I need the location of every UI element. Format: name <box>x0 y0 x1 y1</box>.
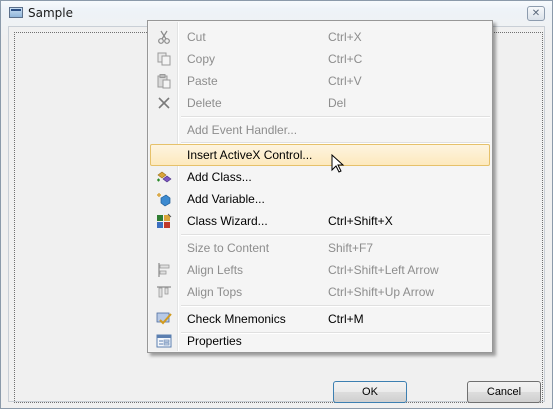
class-wizard-icon <box>156 213 172 229</box>
menu-item-check-mnemonics[interactable]: Check Mnemonics Ctrl+M <box>150 308 490 330</box>
menu-item-shortcut: Ctrl+Shift+Up Arrow <box>328 285 435 299</box>
menu-item-label: Copy <box>187 52 216 66</box>
scissors-icon <box>156 29 172 45</box>
menu-item-shortcut: Shift+F7 <box>328 241 374 255</box>
add-variable-icon <box>156 191 172 207</box>
delete-x-icon <box>156 95 172 111</box>
align-lefts-icon <box>156 262 172 278</box>
cancel-button[interactable]: Cancel <box>467 381 541 403</box>
app-window-icon <box>9 7 23 18</box>
menu-separator <box>181 234 490 236</box>
menu-item-shortcut: Ctrl+M <box>328 312 364 326</box>
menu-separator <box>181 116 490 118</box>
menu-item-label: Size to Content <box>187 241 270 255</box>
menu-item-size-to-content[interactable]: Size to Content Shift+F7 <box>150 237 490 259</box>
menu-item-label: Align Lefts <box>187 263 244 277</box>
paste-icon <box>156 73 172 89</box>
align-tops-icon <box>156 284 172 300</box>
menu-item-shortcut: Ctrl+X <box>328 30 362 44</box>
menu-item-align-tops[interactable]: Align Tops Ctrl+Shift+Up Arrow <box>150 281 490 303</box>
copy-icon <box>156 51 172 67</box>
menu-item-add-class[interactable]: Add Class... <box>150 166 490 188</box>
menu-item-label: Cut <box>187 30 206 44</box>
menu-item-copy[interactable]: Copy Ctrl+C <box>150 48 490 70</box>
menu-item-insert-activex-control[interactable]: Insert ActiveX Control... <box>150 144 490 166</box>
context-menu: Cut Ctrl+X Copy Ctrl+C Paste Ctrl+V Dele… <box>147 20 493 353</box>
menu-item-label: Class Wizard... <box>187 214 268 228</box>
menu-separator <box>181 142 490 144</box>
mouse-pointer-icon <box>331 154 345 173</box>
add-class-icon <box>156 169 172 185</box>
menu-item-label: Add Event Handler... <box>187 123 298 137</box>
properties-icon <box>156 333 172 349</box>
menu-item-shortcut: Ctrl+Shift+X <box>328 214 393 228</box>
check-mnemonics-icon <box>156 311 172 327</box>
menu-item-label: Insert ActiveX Control... <box>187 148 313 162</box>
menu-item-label: Add Class... <box>187 170 252 184</box>
ok-button[interactable]: OK <box>333 381 407 403</box>
menu-item-label: Properties <box>187 334 242 348</box>
menu-item-shortcut: Ctrl+C <box>328 52 363 66</box>
menu-item-label: Align Tops <box>187 285 243 299</box>
menu-item-cut[interactable]: Cut Ctrl+X <box>150 26 490 48</box>
menu-item-add-event-handler[interactable]: Add Event Handler... <box>150 119 490 141</box>
menu-item-properties[interactable]: Properties <box>150 330 490 352</box>
menu-item-class-wizard[interactable]: Class Wizard... Ctrl+Shift+X <box>150 210 490 232</box>
menu-item-paste[interactable]: Paste Ctrl+V <box>150 70 490 92</box>
menu-item-label: Paste <box>187 74 218 88</box>
window-title: Sample <box>28 6 73 20</box>
menu-separator <box>181 305 490 307</box>
menu-item-add-variable[interactable]: Add Variable... <box>150 188 490 210</box>
menu-item-label: Delete <box>187 96 222 110</box>
menu-item-shortcut: Del <box>328 96 347 110</box>
close-button[interactable]: ✕ <box>527 6 545 21</box>
menu-item-shortcut: Ctrl+Shift+Left Arrow <box>328 263 439 277</box>
menu-item-delete[interactable]: Delete Del <box>150 92 490 114</box>
menu-item-label: Check Mnemonics <box>187 312 286 326</box>
menu-item-label: Add Variable... <box>187 192 265 206</box>
menu-item-align-lefts[interactable]: Align Lefts Ctrl+Shift+Left Arrow <box>150 259 490 281</box>
title-bar[interactable]: Sample ✕ <box>1 1 552 21</box>
menu-item-shortcut: Ctrl+V <box>328 74 362 88</box>
